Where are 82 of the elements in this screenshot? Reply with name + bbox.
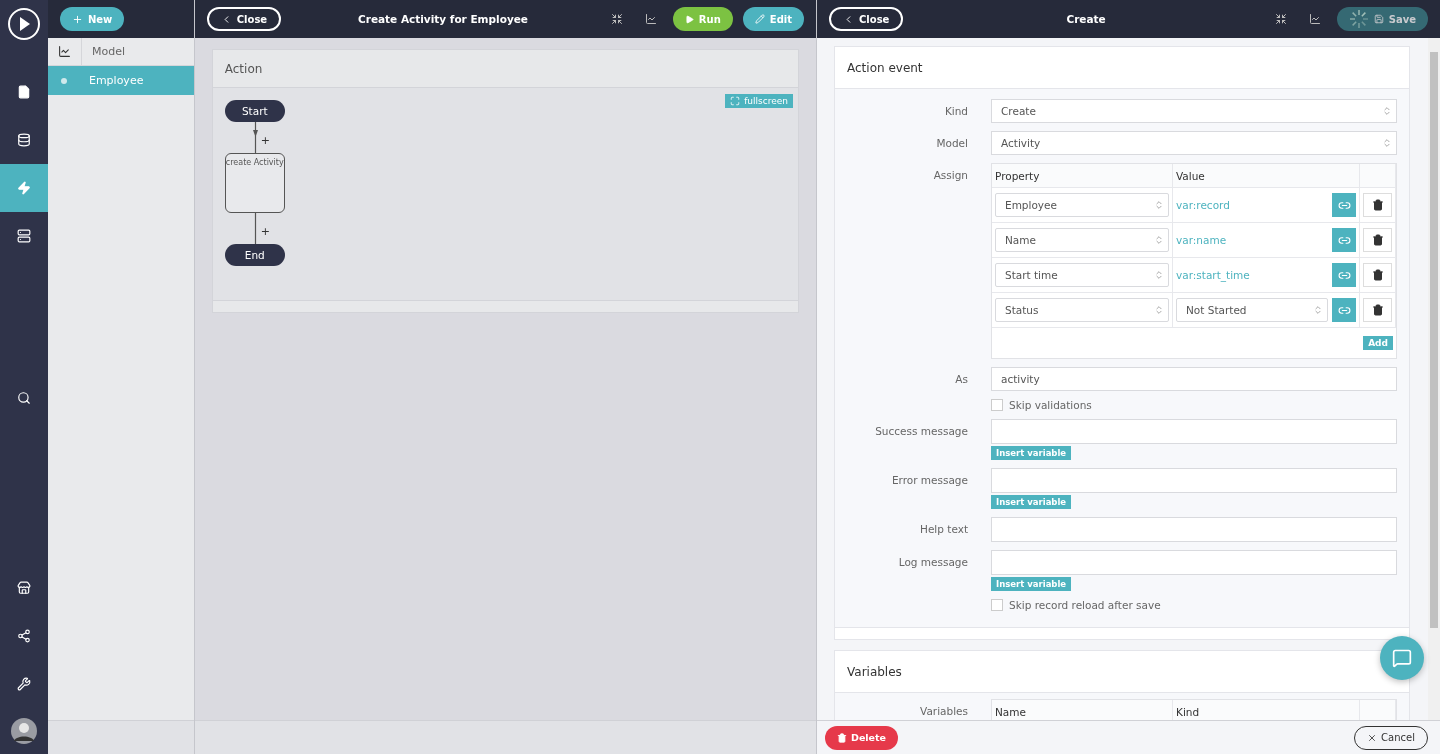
pencil-icon (754, 14, 765, 24)
close-icon (1367, 732, 1378, 743)
tools-icon (16, 677, 31, 691)
avatar-icon[interactable] (10, 718, 37, 744)
lightning-icon (16, 181, 31, 195)
select-field[interactable]: Start time (995, 263, 1169, 287)
updown-icon (1313, 305, 1323, 315)
play-logo-icon (6, 7, 41, 41)
field-label: Model (935, 136, 968, 149)
plus-icon (71, 13, 83, 25)
trash-icon (1371, 234, 1384, 246)
panel-title: Create (1065, 13, 1107, 25)
select-field[interactable]: Activity (991, 131, 1397, 155)
column-header: Name (992, 700, 1173, 720)
updown-icon (1154, 200, 1164, 210)
delete-button[interactable] (1363, 298, 1392, 322)
compress-icon[interactable] (1274, 13, 1287, 25)
delete-button[interactable] (1363, 193, 1392, 217)
select-field[interactable]: Status (995, 298, 1169, 322)
card-title: Action (224, 61, 263, 76)
trash-icon (1371, 269, 1384, 281)
input-field[interactable]: activity (991, 367, 1397, 391)
checkbox[interactable] (991, 399, 1003, 411)
chart-icon (57, 45, 71, 58)
updown-icon (1382, 138, 1392, 148)
select-field[interactable]: Create (991, 99, 1397, 123)
checkbox-label: Skip record reload after save (1009, 599, 1161, 611)
field-label: Success message (874, 424, 968, 437)
document-icon (16, 85, 31, 99)
updown-icon (1154, 235, 1164, 245)
fullscreen-icon (730, 96, 741, 106)
search-icon (16, 390, 31, 405)
terminal-node: End (224, 244, 285, 266)
list-header: Model (90, 45, 125, 58)
close-button[interactable]: Close (829, 7, 904, 31)
column-header: Value (1173, 164, 1360, 187)
delete-button[interactable] (1363, 263, 1392, 287)
field-label: Error message (890, 473, 968, 486)
save-button[interactable]: Save (1336, 7, 1428, 31)
terminal-node: Start (224, 100, 285, 122)
close-button[interactable]: Close (206, 7, 282, 31)
add-step-button[interactable]: + (260, 134, 270, 147)
play-icon (684, 14, 694, 24)
field-label: Help text (919, 522, 968, 535)
delete-button[interactable]: Delete (825, 725, 898, 750)
store-icon (16, 581, 31, 595)
chat-icon (1392, 648, 1412, 668)
variable-value: var:start_time (1176, 269, 1251, 281)
connector-arrow (252, 122, 258, 153)
select-field[interactable]: Name (995, 228, 1169, 252)
updown-icon (1154, 305, 1164, 315)
delete-button[interactable] (1363, 228, 1392, 252)
step-node: create Activity (224, 153, 285, 213)
checkbox-label: Skip validations (1009, 399, 1092, 411)
variable-value: var:name (1176, 234, 1228, 246)
server-icon (16, 229, 31, 243)
field-label: Variables (919, 704, 968, 717)
card-title: Action event (847, 60, 923, 75)
column-header: Kind (1173, 700, 1360, 720)
trash-icon (1371, 199, 1384, 211)
database-icon (16, 133, 31, 147)
select-field[interactable]: Employee (995, 193, 1169, 217)
field-label: Kind (943, 104, 968, 117)
updown-icon (1382, 106, 1392, 116)
compress-icon[interactable] (610, 13, 623, 25)
field-label: Assign (932, 168, 968, 181)
variable-value: var:record (1176, 199, 1231, 211)
checkbox[interactable] (991, 599, 1003, 611)
network-icon (16, 629, 31, 643)
trash-icon (1371, 304, 1384, 316)
save-icon (1373, 14, 1384, 24)
trash-icon (837, 732, 847, 743)
field-label: As (954, 372, 968, 385)
field-label: Log message (897, 555, 968, 568)
window-title: Create Activity for Employee (357, 13, 529, 25)
updown-icon (1154, 270, 1164, 280)
card-title: Variables (847, 664, 902, 679)
add-step-button[interactable]: + (260, 225, 270, 238)
chart-icon[interactable] (1308, 13, 1321, 25)
select-field[interactable]: Not Started (1176, 298, 1328, 322)
column-header: Property (992, 164, 1173, 187)
chart-icon[interactable] (644, 13, 657, 25)
